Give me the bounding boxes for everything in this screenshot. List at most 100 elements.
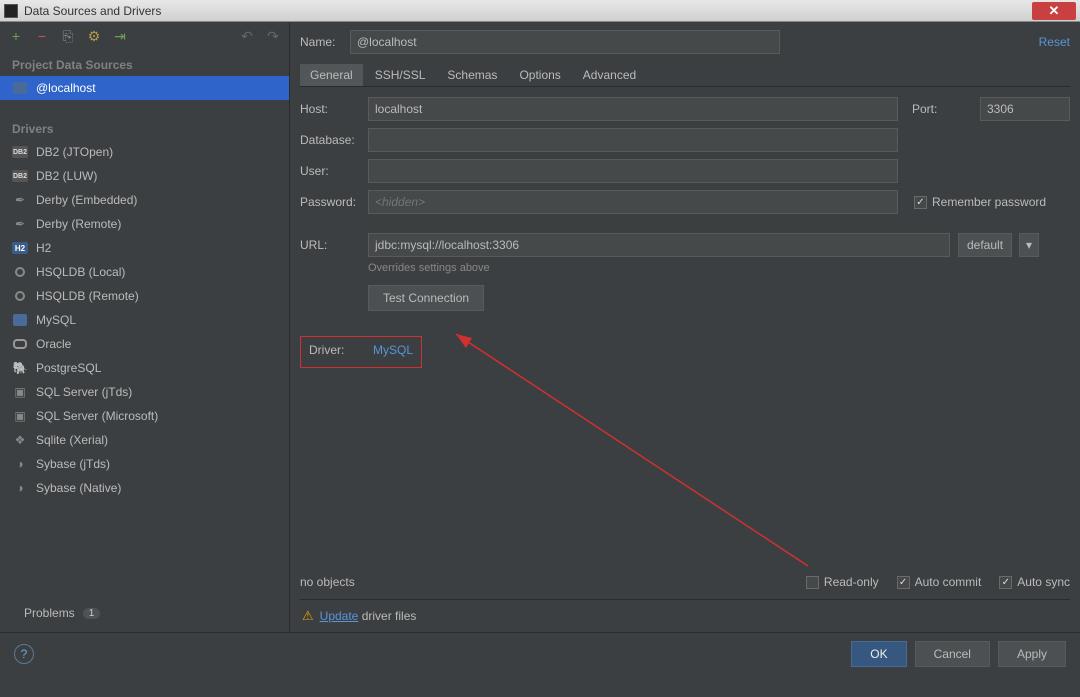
redo-icon[interactable]: ↷ <box>265 28 281 44</box>
content-panel: Name: Reset GeneralSSH/SSLSchemasOptions… <box>290 22 1080 632</box>
oracle-icon <box>12 336 28 352</box>
problems-item[interactable]: Problems 1 <box>0 596 289 632</box>
driver-item-label: HSQLDB (Remote) <box>36 289 139 303</box>
driver-item[interactable]: 🐘PostgreSQL <box>0 356 289 380</box>
copy-icon[interactable]: ⎘ <box>60 28 76 44</box>
remember-password-checkbox[interactable]: ✓ <box>914 196 927 209</box>
driver-item[interactable]: ◑ Sybase (Native) <box>0 476 289 500</box>
import-icon[interactable]: ⇥ <box>112 28 128 44</box>
update-link[interactable]: Update <box>320 609 359 623</box>
port-input[interactable] <box>980 97 1070 121</box>
cancel-button[interactable]: Cancel <box>915 641 990 667</box>
add-icon[interactable]: + <box>8 28 24 44</box>
datasource-label: @localhost <box>36 81 96 95</box>
host-input[interactable] <box>368 97 898 121</box>
user-input[interactable] <box>368 159 898 183</box>
window-title: Data Sources and Drivers <box>24 4 161 18</box>
sqls-icon: ▣ <box>12 408 28 424</box>
sidebar-toolbar: + − ⎘ ⚙ ⇥ ↶ ↷ <box>0 22 289 50</box>
settings-icon[interactable]: ⚙ <box>86 28 102 44</box>
url-mode-caret[interactable]: ▾ <box>1019 233 1039 257</box>
mysql-icon <box>12 312 28 328</box>
tab-options[interactable]: Options <box>509 64 570 86</box>
driver-item[interactable]: ✒ Derby (Remote) <box>0 212 289 236</box>
database-label: Database: <box>300 133 360 147</box>
tab-ssh-ssl[interactable]: SSH/SSL <box>365 64 436 86</box>
readonly-checkbox[interactable] <box>806 576 819 589</box>
user-label: User: <box>300 164 360 178</box>
host-label: Host: <box>300 102 360 116</box>
driver-item[interactable]: DB2DB2 (LUW) <box>0 164 289 188</box>
tab-advanced[interactable]: Advanced <box>573 64 646 86</box>
name-input[interactable] <box>350 30 780 54</box>
url-input[interactable] <box>368 233 950 257</box>
driver-item[interactable]: ✒Derby (Embedded) <box>0 188 289 212</box>
warning-icon: ⚠ <box>302 608 314 624</box>
database-input[interactable] <box>368 128 898 152</box>
warning-text: driver files <box>358 609 416 623</box>
driver-item-label: SQL Server (Microsoft) <box>36 409 158 423</box>
feather-icon: ✒ <box>12 216 28 232</box>
drivers-header: Drivers <box>0 114 289 140</box>
db2-icon: DB2 <box>12 168 28 184</box>
sqls-icon: ▣ <box>12 384 28 400</box>
driver-item-label: Sybase (jTds) <box>36 457 110 471</box>
remember-password-label: Remember password <box>932 195 1046 209</box>
sqlite-icon: ❖ <box>12 432 28 448</box>
driver-item[interactable]: ❖ Sqlite (Xerial) <box>0 428 289 452</box>
autocommit-label: Auto commit <box>915 575 982 589</box>
driver-item-label: HSQLDB (Local) <box>36 265 125 279</box>
password-input[interactable] <box>368 190 898 214</box>
dot-icon <box>12 288 28 304</box>
driver-item-label: Oracle <box>36 337 71 351</box>
close-button[interactable]: ✕ <box>1032 2 1076 20</box>
driver-item[interactable]: HSQLDB (Remote) <box>0 284 289 308</box>
dot-icon <box>12 264 28 280</box>
app-icon <box>4 4 18 18</box>
apply-button[interactable]: Apply <box>998 641 1066 667</box>
driver-item-label: SQL Server (jTds) <box>36 385 132 399</box>
bottom-bar: ? OK Cancel Apply <box>0 632 1080 674</box>
mysql-icon <box>12 80 28 96</box>
driver-item-label: MySQL <box>36 313 76 327</box>
autosync-label: Auto sync <box>1017 575 1070 589</box>
tab-general[interactable]: General <box>300 64 363 86</box>
driver-item[interactable]: ◑ Sybase (jTds) <box>0 452 289 476</box>
driver-item[interactable]: DB2DB2 (JTOpen) <box>0 140 289 164</box>
ok-button[interactable]: OK <box>851 641 906 667</box>
sybase-icon: ◑ <box>12 456 28 472</box>
undo-icon[interactable]: ↶ <box>239 28 255 44</box>
url-hint: Overrides settings above <box>368 262 1070 274</box>
driver-item[interactable]: H2 H2 <box>0 236 289 260</box>
no-objects-label: no objects <box>300 575 355 589</box>
driver-item[interactable]: ▣ SQL Server (Microsoft) <box>0 404 289 428</box>
readonly-label: Read-only <box>824 575 879 589</box>
datasource-item[interactable]: @localhost <box>0 76 289 100</box>
problems-count-badge: 1 <box>83 608 101 619</box>
h2-icon: H2 <box>12 240 28 256</box>
autocommit-checkbox[interactable]: ✓ <box>897 576 910 589</box>
driver-item-label: Derby (Remote) <box>36 217 121 231</box>
driver-item[interactable]: HSQLDB (Local) <box>0 260 289 284</box>
driver-item-label: Sybase (Native) <box>36 481 121 495</box>
autosync-checkbox[interactable]: ✓ <box>999 576 1012 589</box>
sidebar: + − ⎘ ⚙ ⇥ ↶ ↷ Project Data Sources @loca… <box>0 22 290 632</box>
driver-item[interactable]: ▣ SQL Server (jTds) <box>0 380 289 404</box>
reset-link[interactable]: Reset <box>1039 35 1070 49</box>
sources-header: Project Data Sources <box>0 50 289 76</box>
driver-item[interactable]: MySQL <box>0 308 289 332</box>
help-icon[interactable]: ? <box>14 644 34 664</box>
driver-row: Driver: MySQL <box>300 336 422 368</box>
driver-item[interactable]: Oracle <box>0 332 289 356</box>
driver-item-label: H2 <box>36 241 51 255</box>
name-label: Name: <box>300 35 340 49</box>
test-connection-button[interactable]: Test Connection <box>368 285 484 311</box>
password-label: Password: <box>300 195 360 209</box>
driver-item-label: Sqlite (Xerial) <box>36 433 108 447</box>
sybase-icon: ◑ <box>12 480 28 496</box>
tab-schemas[interactable]: Schemas <box>437 64 507 86</box>
url-mode-select[interactable]: default <box>958 233 1012 257</box>
driver-item-label: Derby (Embedded) <box>36 193 137 207</box>
remove-icon[interactable]: − <box>34 28 50 44</box>
driver-link[interactable]: MySQL <box>373 343 413 357</box>
